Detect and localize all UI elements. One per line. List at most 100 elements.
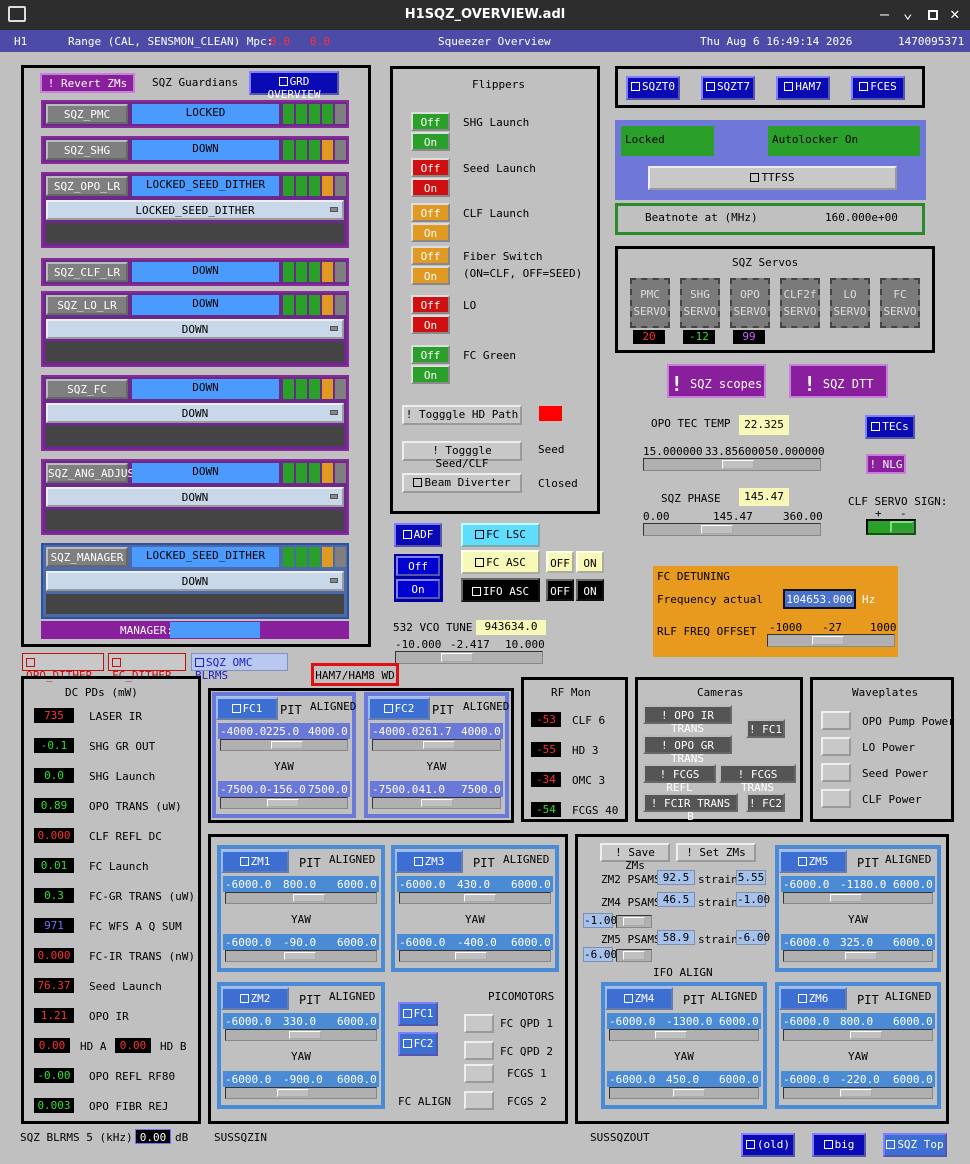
slider-thumb[interactable]	[845, 952, 877, 960]
fcgs2-button[interactable]	[464, 1091, 494, 1110]
ifo-asc-on-button[interactable]: ON	[576, 579, 604, 601]
vco-slider[interactable]	[395, 651, 543, 664]
slider-thumb[interactable]	[421, 799, 453, 807]
zm6-button[interactable]: ZM6	[779, 987, 847, 1010]
zm4-psams-slider[interactable]	[616, 915, 652, 928]
flipper-on-button[interactable]: On	[411, 315, 450, 334]
sqzt7-button[interactable]: SQZT7	[701, 76, 755, 100]
flipper-on-button[interactable]: On	[411, 266, 450, 285]
slider-thumb[interactable]	[655, 1031, 687, 1039]
fcgs-refl-button[interactable]: ! FCGS REFL	[643, 764, 716, 794]
guardian-pmc-button[interactable]: SQZ_PMC	[46, 104, 128, 124]
flipper-off-button[interactable]: Off	[411, 112, 450, 131]
revert-zms-button[interactable]: ! Revert ZMs	[40, 73, 135, 93]
axis-slider[interactable]	[225, 1087, 377, 1099]
fc-asc-off-button[interactable]: OFF	[546, 551, 574, 573]
old-button[interactable]: (old)	[741, 1133, 795, 1157]
opo-tec-slider[interactable]	[643, 458, 821, 471]
servo-button[interactable]: FC SERVO	[880, 278, 920, 328]
guardian-fc-request-select[interactable]: DOWN	[46, 403, 344, 423]
axis-slider[interactable]	[220, 739, 348, 751]
servo-button[interactable]: SHG SERVO	[680, 278, 720, 328]
flipper-off-button[interactable]: Off	[411, 158, 450, 177]
axis-slider[interactable]	[220, 797, 348, 809]
freq-actual-value[interactable]: 104653.000	[783, 589, 856, 609]
zm1-button[interactable]: ZM1	[221, 850, 289, 873]
slider-thumb[interactable]	[673, 1089, 705, 1097]
toggle-hd-path-button[interactable]: ! Togggle HD Path	[402, 405, 522, 425]
waveplate-button[interactable]	[821, 737, 851, 756]
flipper-on-button[interactable]: On	[411, 132, 450, 151]
fc-asc-on-button[interactable]: ON	[576, 551, 604, 573]
maximize-icon[interactable]	[928, 10, 938, 20]
fc-lsc-button[interactable]: FC LSC	[461, 523, 540, 547]
ifo-asc-off-button[interactable]: OFF	[546, 579, 574, 601]
slider-thumb[interactable]	[293, 894, 325, 902]
axis-slider[interactable]	[609, 1029, 759, 1041]
sqz-phase-slider[interactable]	[643, 523, 821, 536]
servo-button[interactable]: OPO SERVO	[730, 278, 770, 328]
slider-thumb[interactable]	[267, 799, 299, 807]
fc-asc-button[interactable]: FC ASC	[461, 550, 540, 574]
guardian-lo-button[interactable]: SQZ_LO_LR	[46, 295, 128, 315]
flipper-off-button[interactable]: Off	[411, 246, 450, 265]
fc-qpd1-button[interactable]	[464, 1014, 494, 1033]
slider-thumb[interactable]	[701, 525, 733, 534]
axis-slider[interactable]	[783, 950, 933, 962]
close-icon[interactable]: ✕	[950, 4, 960, 23]
fc2-button[interactable]: FC2	[368, 697, 430, 720]
fc-dither-link[interactable]: FC_DITHER	[108, 653, 186, 682]
guardian-lo-request-select[interactable]: DOWN	[46, 319, 344, 339]
waveplate-button[interactable]	[821, 789, 851, 808]
slider-thumb[interactable]	[623, 951, 645, 960]
slider-thumb[interactable]	[812, 636, 844, 645]
slider-thumb[interactable]	[464, 894, 496, 902]
slider-thumb[interactable]	[289, 1031, 321, 1039]
flipper-on-button[interactable]: On	[411, 178, 450, 197]
adf-off-button[interactable]: Off	[396, 556, 440, 576]
fc2-camera-button[interactable]: ! FC2	[746, 793, 785, 812]
zm5-button[interactable]: ZM5	[779, 850, 847, 873]
fc-qpd2-button[interactable]	[464, 1041, 494, 1060]
ham7-button[interactable]: HAM7	[776, 76, 830, 100]
slider-thumb[interactable]	[441, 653, 473, 662]
guardian-shg-button[interactable]: SQZ_SHG	[46, 140, 128, 160]
sqz-top-button[interactable]: SQZ Top	[883, 1133, 947, 1157]
axis-slider[interactable]	[399, 892, 551, 904]
slider-thumb[interactable]	[455, 952, 487, 960]
flipper-off-button[interactable]: Off	[411, 345, 450, 364]
zm2-button[interactable]: ZM2	[221, 987, 289, 1010]
fces-button[interactable]: FCES	[851, 76, 905, 100]
axis-slider[interactable]	[225, 950, 377, 962]
rlf-slider[interactable]	[767, 634, 895, 647]
axis-slider[interactable]	[372, 797, 501, 809]
sqz-dtt-button[interactable]: ! SQZ DTT	[789, 364, 888, 398]
omc-blrms-link[interactable]: SQZ OMC BLRMS	[191, 653, 288, 682]
restore-icon[interactable]: ⌄	[903, 3, 913, 22]
ham7-ham8-wd-button[interactable]: HAM7/HAM8 WD	[311, 663, 399, 686]
waveplate-button[interactable]	[821, 711, 851, 730]
fc2-align-button[interactable]: FC2	[398, 1032, 438, 1056]
axis-slider[interactable]	[783, 1087, 933, 1099]
slider-thumb[interactable]	[840, 1089, 872, 1097]
waveplate-button[interactable]	[821, 763, 851, 782]
servo-button[interactable]: CLF2f SERVO	[780, 278, 820, 328]
adf-button[interactable]: ADF	[394, 523, 442, 547]
zm5-psams-slider[interactable]	[616, 949, 652, 962]
save-zms-button[interactable]: ! Save ZMs	[600, 843, 670, 872]
fc1-align-button[interactable]: FC1	[398, 1002, 438, 1026]
slider-thumb[interactable]	[277, 1089, 309, 1097]
clf-servo-sign-toggle[interactable]	[866, 519, 916, 535]
opo-ir-trans-button[interactable]: ! OPO IR TRANS	[643, 705, 732, 735]
zm3-button[interactable]: ZM3	[395, 850, 463, 873]
servo-button[interactable]: PMC SERVO	[630, 278, 670, 328]
guardian-clf-button[interactable]: SQZ_CLF_LR	[46, 262, 128, 282]
fcir-trans-b-button[interactable]: ! FCIR TRANS B	[643, 793, 738, 823]
slider-thumb[interactable]	[284, 952, 316, 960]
sqz-scopes-button[interactable]: ! SQZ scopes	[667, 364, 766, 398]
grd-overview-button[interactable]: GRD OVERVIEW	[249, 71, 339, 101]
axis-slider[interactable]	[609, 1087, 759, 1099]
slider-thumb[interactable]	[623, 917, 645, 926]
slider-thumb[interactable]	[850, 1031, 882, 1039]
big-button[interactable]: big	[812, 1133, 866, 1157]
